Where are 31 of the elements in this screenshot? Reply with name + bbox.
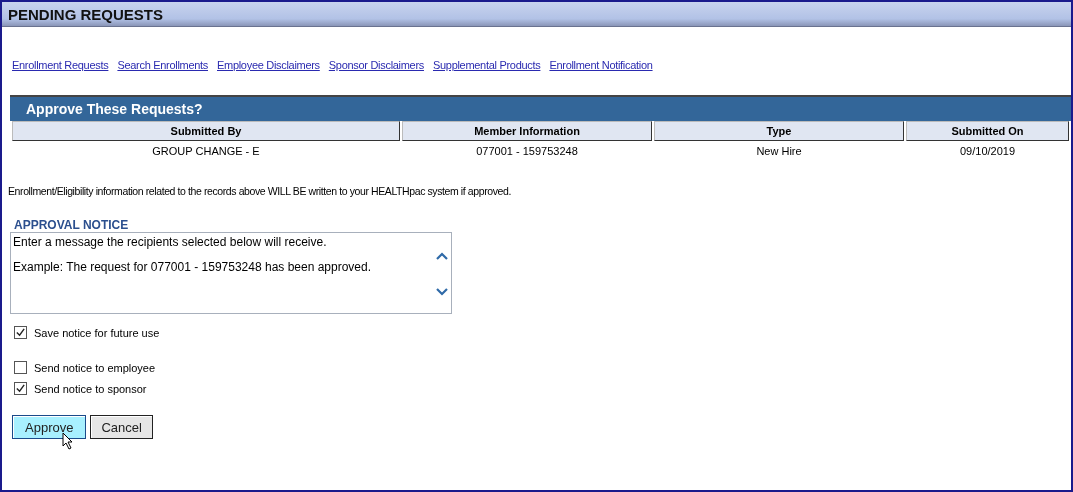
checkbox-label: Send notice to sponsor [34,382,147,395]
checkbox-label: Save notice for future use [34,326,160,339]
table-cell-text: 077001 - 159753248 [475,144,579,159]
notice-text: Enter a message the recipients selected below will receive. [13,235,328,249]
notice-label: APPROVAL NOTICE [14,218,130,232]
column-header: Submitted By [12,121,400,141]
info-text: Enrollment/Eligibility information related to the records above WILL BE written to your HEALTHpac system if approved. [8,185,512,197]
nav-link[interactable]: Supplemental Products [433,58,541,72]
scroll-down-icon[interactable] [435,287,449,297]
column-header: Member Information [402,121,652,141]
checkbox-label: Send notice to employee [34,361,156,374]
checkbox[interactable] [14,361,27,374]
table-cell-text: GROUP CHANGE - E [151,144,261,159]
nav-link[interactable]: Enrollment Notification [549,58,653,72]
checkbox[interactable] [14,382,27,395]
section-title: Approve These Requests? [26,101,203,117]
page-title: PENDING REQUESTS [8,5,164,23]
nav-link[interactable]: Sponsor Disclaimers [328,58,424,72]
table-cell-text: 09/10/2019 [958,144,1017,159]
column-header: Submitted On [906,121,1069,141]
nav-link[interactable]: Employee Disclaimers [217,58,320,72]
nav-link[interactable]: Enrollment Requests [12,58,109,72]
notice-field[interactable]: Enter a message the recipients selected below will receive. Example: The request for 077001 - 159753248 has been approved. [10,232,452,314]
scroll-up-icon[interactable] [435,251,449,261]
notice-text: Example: The request for 077001 - 159753248 has been approved. [13,260,372,274]
approve-button[interactable]: Approve [12,415,87,439]
checkbox[interactable] [14,326,27,339]
cancel-button[interactable]: Cancel [90,415,153,439]
table-cell-text: New Hire [755,144,803,159]
nav-link[interactable]: Search Enrollments [117,58,208,72]
column-header: Type [654,121,904,141]
